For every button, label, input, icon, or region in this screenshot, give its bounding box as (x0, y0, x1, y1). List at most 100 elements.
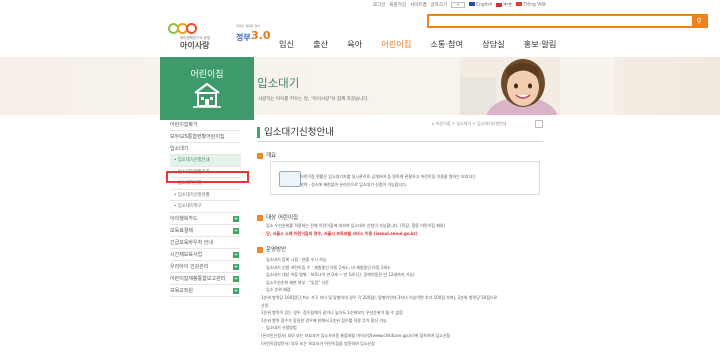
ops-line: ㆍ 입소우선순위 제한 여부 : "있음" 기준 (261, 279, 329, 285)
sidebar-menu: 어린이집찾기 모두GIS통합현황어린이집 입소대기 • 입소대기신청안내 • 입… (170, 119, 241, 297)
ops-line: ㆍ 입소대기 대상 아동 범위 : 보육나이 만 0세 ~ 만 5세 (단, 장… (261, 272, 415, 278)
nav-pregnancy[interactable]: 임신 (279, 38, 294, 50)
section-label: 대상 어린이집 (266, 215, 299, 221)
expand-plus-icon[interactable]: + (233, 251, 239, 258)
sidebar-item-hourly[interactable]: 시간제보육사업 + (170, 249, 241, 261)
ops-line: ㆍ 입소 순위 배점 (261, 287, 291, 293)
sidebar-item-label: • 입소대기신청현황 (174, 192, 210, 198)
overview-line: 지역 · 정소에 제한없이 온라인으로 입소대기 신청이 가능합니다. (300, 181, 408, 187)
search-icon[interactable]: ⚲ (692, 16, 706, 26)
logo-name: 아이사랑 (180, 41, 210, 50)
expand-plus-icon[interactable]: + (233, 275, 239, 282)
target-line-highlight: ㆍ 단, 서울시 소재 어린이집의 경우, 서울시 보육포털 서비스 이용 (i… (261, 230, 418, 236)
nav-birth[interactable]: 출산 (313, 38, 328, 50)
nav-daycare[interactable]: 어린이집 (381, 38, 411, 50)
left-panel-title: 어린이집 (190, 70, 224, 80)
gov-badge-word: 정부 (236, 33, 251, 42)
ops-line: 1순위 항목이 있는 경우, 점수합계가 같거나 높아도 1순위보다 우선순위가… (261, 310, 403, 316)
expand-plus-icon[interactable]: + (233, 263, 239, 270)
nav-counsel[interactable]: 상담실 (482, 38, 505, 50)
section-target-heading: › 대상 어린이집 (257, 213, 298, 221)
bullet-icon: › (257, 214, 263, 221)
sidebar-item-card[interactable]: 아이행복카드 + (170, 213, 241, 225)
bullet-icon: › (257, 152, 263, 159)
title-divider (257, 141, 543, 142)
sidebar-item-label: 어린이집재봉통합보고관리 (170, 275, 226, 282)
nav-community[interactable]: 소통·참여 (430, 38, 463, 50)
ops-line: (어린이집방문서) 부모 또는 보호자가 어린이집을 방문하여 입소신청 (261, 340, 375, 346)
overview-line: 어린이집 현황은 입소대기자를 일시관리로 공개하여 등 명하게 관찰하고 어린… (300, 174, 476, 179)
sidebar-item-label: 모두GIS통합현황어린이집 (170, 134, 225, 140)
sidebar-item-fee[interactable]: 보육료결제 + (170, 225, 241, 237)
breadcrumb: ⌂ 어린이집 > 입소대기 > 입소대기신청안내 (432, 121, 506, 127)
sidebar-item-label: 긴급보육바우처 안내 (170, 239, 213, 246)
sidebar-item-label: 시간제보육사업 (170, 251, 203, 258)
sidebar-item-finance[interactable]: 어린이집재봉통합보고관리 + (170, 273, 241, 285)
sidebar-item-label: 어린이집찾기 (170, 122, 198, 128)
sidebar-item-label: 아이행복카드 (170, 215, 198, 222)
lang-english[interactable]: English (469, 2, 492, 8)
ops-line: ㆍ 입소대기 신청 어린이집 수 : 재원중인 아동 2개소, 비 재원중인 아… (261, 264, 391, 270)
page: 로그인 회원가입 사이트맵 글자크기 + English 中文 Tiếng Vi… (0, 0, 720, 362)
sidebar-item-label: • 입소대기신청안내 (174, 158, 210, 163)
expand-plus-icon[interactable]: + (233, 287, 239, 294)
nav-news[interactable]: 홍보·알림 (524, 38, 557, 50)
main-nav: 임신 출산 육아 어린이집 소통·참여 상담실 홍보·알림 (279, 38, 575, 50)
banner-title: 입소대기 (257, 76, 300, 90)
font-size-select[interactable]: + (451, 2, 466, 8)
sidebar-item-voucher[interactable]: 긴급보육바우처 안내 (170, 237, 241, 249)
site-logo[interactable]: 육아정책연구소 운영 아이사랑 (168, 21, 228, 50)
signup-link[interactable]: 회원가입 (389, 2, 406, 8)
lang-chinese[interactable]: 中文 (496, 2, 512, 8)
sidebar-item-label: 입소대기 (170, 146, 189, 152)
sidebar-item-find[interactable]: 어린이집찾기 (170, 119, 241, 131)
nav-parenting[interactable]: 육아 (347, 38, 362, 50)
sidebar-subitem-guide[interactable]: • 입소대기신청안내 (170, 155, 241, 167)
font-size-label: 글자크기 (430, 3, 448, 8)
ops-line: ㆍ 입소대기 등록 시점 : 연중 수시 가능 (261, 257, 327, 262)
logo-rings-icon (168, 23, 197, 34)
sidebar-item-waiting[interactable]: 입소대기 (170, 143, 241, 155)
expand-plus-icon[interactable]: + (233, 227, 239, 234)
sidebar-item-label: • 입소대기취구 (174, 204, 202, 209)
sidebar-subitem-apply-status[interactable]: • 입소대기신청현황 (170, 190, 241, 201)
target-list: ㆍ 입소 우선순위를 적용하는 전체 어린이집에 대하여 입소대기 신청이 가능… (261, 222, 445, 237)
bullet-icon: › (257, 246, 263, 253)
overview-text: 어린이집 현황은 입소대기자를 일시관리로 공개하여 등 명하게 관찰하고 어린… (300, 173, 476, 188)
ops-list: ㆍ 입소대기 등록 시점 : 연중 수시 가능 ㆍ 입소대기 신청 어린이집 수… (261, 256, 497, 347)
search-input[interactable]: ⚲ (427, 14, 708, 28)
ops-line: (온라인신청서) 부모 또는 보호자가 입소자아동 통합포털 아이사랑(www.… (261, 332, 451, 338)
child-photo (460, 57, 615, 115)
sidebar-item-label: 보육교직원 (170, 287, 194, 294)
utility-bar: 로그인 회원가입 사이트맵 글자크기 + English 中文 Tiếng Vi… (373, 2, 546, 8)
section-label: 운영방안 (266, 247, 287, 253)
section-ops-heading: › 운영방안 (257, 245, 286, 253)
sidebar-item-gis[interactable]: 모두GIS통합현황어린이집 (170, 131, 241, 143)
ops-line: 1순위 항목당 100점(단,취소 가구 자녀 및 맞벌이의 경우 각 200점… (261, 294, 498, 300)
monitor-icon (279, 171, 301, 187)
print-icon[interactable] (535, 120, 543, 128)
lang-vietnamese[interactable]: Tiếng Việt (516, 2, 546, 8)
gov-badge-small: 국민이 행복한 정부 (236, 24, 260, 28)
section-label: 개요 (266, 153, 277, 159)
login-link[interactable]: 로그인 (373, 2, 385, 8)
target-line: ㆍ 입소 우선순위를 적용하는 전체 어린이집에 대하여 입소대기 신청이 가능… (261, 223, 446, 228)
highlight-box (166, 171, 249, 183)
house-icon (191, 81, 223, 109)
sidebar-subitem-cancel[interactable]: • 입소대기취구 (170, 201, 241, 213)
sidebar-item-label: 우리아이 건강관리 (170, 263, 209, 270)
banner-subtitle: 사랑하는 아이를 키우는 일, "아이사랑"이 함께 하겠습니다. (258, 97, 369, 102)
sidebar-item-staff[interactable]: 보육교직원 + (170, 285, 241, 297)
gov-badge: 국민이 행복한 정부 정부 3.0 (236, 24, 272, 48)
page-title: 입소대기신청안내 (257, 127, 334, 138)
vn-flag-icon (516, 2, 523, 7)
us-flag-icon (469, 2, 476, 7)
sitemap-link[interactable]: 사이트맵 (410, 2, 427, 8)
section-overview-heading: › 개요 (257, 151, 276, 159)
ops-line: 1순위 항목 점수가 동일한 경우에 한해서 2순위 점수를 적용 추가 합산 … (261, 317, 387, 323)
sidebar-item-label: 보육료결제 (170, 227, 194, 234)
sidebar-item-health[interactable]: 우리아이 건강관리 + (170, 261, 241, 273)
expand-plus-icon[interactable]: + (233, 215, 239, 222)
ops-line: ㆍ 입소대기 신청방법 (261, 325, 297, 331)
gov-badge-number: 3.0 (251, 29, 271, 42)
